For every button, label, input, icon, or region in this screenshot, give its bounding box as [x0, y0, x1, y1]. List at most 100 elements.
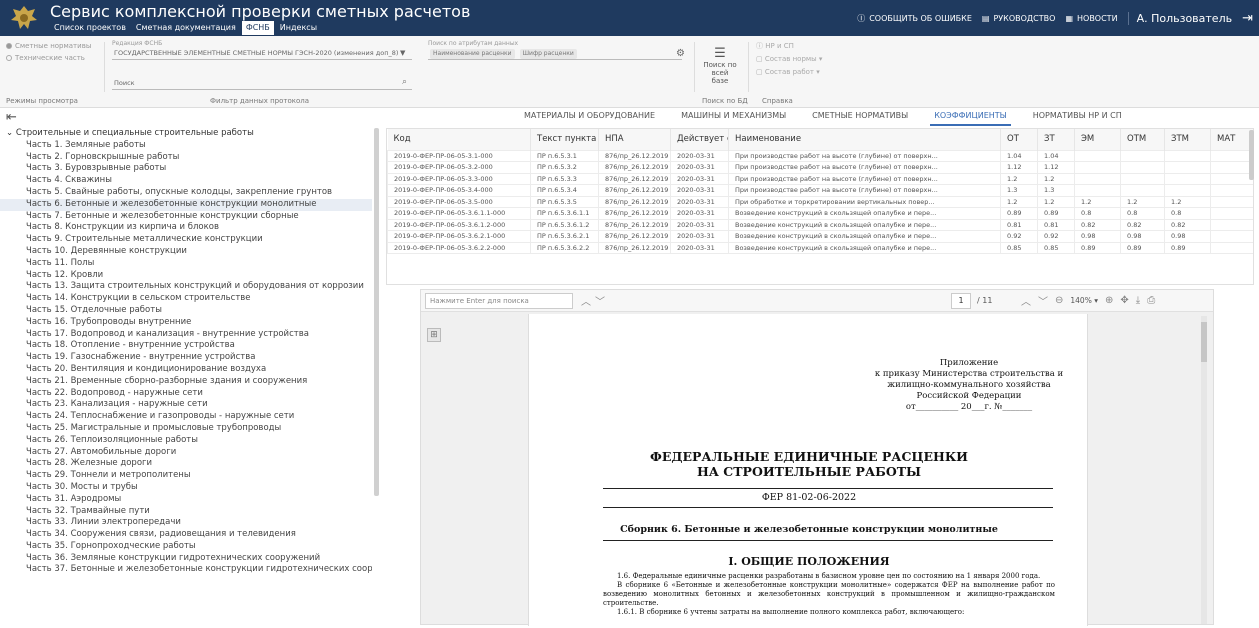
tree-item[interactable]: Часть 16. Трубопроводы внутренние [0, 317, 372, 329]
download-icon[interactable]: ⤓ [1136, 295, 1140, 306]
tree-item[interactable]: Часть 31. Аэродромы [0, 494, 372, 506]
tree-item[interactable]: Часть 18. Отопление - внутренние устройс… [0, 340, 372, 352]
table-row[interactable]: 2019-0-ФЕР-ПР-06-05-3.4-000 ПР п.6.5.3.4 8… [387, 184, 1253, 197]
chevron-down-icon[interactable]: ﹀ [595, 297, 609, 308]
chevron-down-icon[interactable]: ▼ [400, 49, 405, 57]
column-header[interactable]: НПА [598, 129, 671, 150]
tree-item[interactable]: Часть 34. Сооружения связи, радиовещания… [0, 529, 372, 541]
tree-item[interactable]: Часть 10. Деревянные конструкции [0, 246, 372, 258]
tree-item[interactable]: Часть 20. Вентиляция и кондиционирование… [0, 364, 372, 376]
table-row[interactable]: 2019-0-ФЕР-ПР-06-05-3.5-000 ПР п.6.5.3.5 8… [387, 195, 1253, 208]
table-scrollbar[interactable] [1249, 130, 1254, 180]
tree-item[interactable]: Часть 28. Железные дороги [0, 458, 372, 470]
page-up-icon[interactable]: ︿ [1021, 293, 1031, 308]
column-header[interactable]: ЗТМ [1164, 129, 1211, 150]
tab-materials[interactable]: МАТЕРИАЛЫ И ОБОРУДОВАНИЕ [520, 108, 659, 126]
user-name[interactable]: А. Пользователь [1127, 11, 1232, 25]
news-link[interactable]: ▦ Новости [1065, 14, 1117, 23]
help-item-norm-composition[interactable]: ▢ Состав нормы ▾ [756, 53, 822, 66]
tree-item[interactable]: Часть 26. Теплоизоляционные работы [0, 435, 372, 447]
tree-item[interactable]: Часть 19. Газоснабжение - внутренние уст… [0, 352, 372, 364]
zoom-out-icon[interactable]: ⊖ [1055, 295, 1063, 306]
tree-item[interactable]: Часть 13. Защита строительных конструкци… [0, 281, 372, 293]
column-header[interactable]: Текст пункта [530, 129, 599, 150]
tree-item[interactable]: Часть 1. Земляные работы [0, 140, 372, 152]
tree-item[interactable]: Часть 36. Земляные конструкции гидротехн… [0, 553, 372, 565]
page-down-icon[interactable]: ﹀ [1038, 293, 1048, 308]
tree-item[interactable]: Часть 12. Кровли [0, 270, 372, 282]
tree-item[interactable]: Часть 4. Скважины [0, 175, 372, 187]
tree-item[interactable]: Часть 33. Линии электропередачи [0, 517, 372, 529]
tree-item[interactable]: Часть 22. Водопровод - наружные сети [0, 388, 372, 400]
tree-item[interactable]: Часть 24. Теплоснабжение и газопроводы -… [0, 411, 372, 423]
tab-nr-sp-norms[interactable]: НОРМАТИВЫ НР И СП [1029, 108, 1126, 126]
viewer-scrollbar-thumb[interactable] [1201, 322, 1207, 362]
radio-technical-part[interactable]: Технические часть [6, 54, 85, 62]
column-header[interactable]: ЗТ [1037, 129, 1075, 150]
tree-item[interactable]: Часть 35. Горнопроходческие работы [0, 541, 372, 553]
nav-tab-indexes[interactable]: Индексы [276, 21, 321, 35]
tree-item[interactable]: Часть 7. Бетонные и железобетонные конст… [0, 211, 372, 223]
column-header[interactable]: МАТ [1210, 129, 1253, 150]
tab-estimate-norms[interactable]: СМЕТНЫЕ НОРМАТИВЫ [808, 108, 912, 126]
tree-item[interactable]: Часть 6. Бетонные и железобетонные конст… [0, 198, 372, 211]
zoom-select[interactable]: 140% ▾ [1070, 296, 1098, 305]
logout-icon[interactable]: ⇥ [1242, 11, 1253, 26]
chevron-up-icon[interactable]: ︿ [581, 297, 595, 308]
chip-rate-code[interactable]: Шифр расценки [519, 49, 577, 59]
search-icon[interactable]: ⌕ [402, 77, 407, 87]
tree-item[interactable]: Часть 9. Строительные металлические конс… [0, 234, 372, 246]
table-row[interactable]: 2019-0-ФЕР-ПР-06-05-3.6.1.2-000 ПР п.6.5.… [387, 218, 1253, 231]
tree-item[interactable]: Часть 32. Трамвайные пути [0, 506, 372, 518]
table-row[interactable]: 2019-0-ФЕР-ПР-06-05-3.6.2.2-000 ПР п.6.5.… [387, 241, 1253, 254]
guide-link[interactable]: ▤ Руководство [982, 14, 1056, 23]
print-icon[interactable]: ⎙ [1147, 295, 1155, 306]
help-item-nr-sp[interactable]: ⓘ НР и СП [756, 40, 822, 53]
tab-machines[interactable]: МАШИНЫ И МЕХАНИЗМЫ [677, 108, 790, 126]
table-row[interactable]: 2019-0-ФЕР-ПР-06-05-3.3-000 ПР п.6.5.3.3 8… [387, 172, 1253, 185]
page-number-input[interactable]: 1 [951, 293, 971, 309]
column-header[interactable]: ОТ [1000, 129, 1038, 150]
tree-item[interactable]: Часть 3. Буровзрывные работы [0, 163, 372, 175]
nav-tab-fsnb[interactable]: ФСНБ [241, 21, 274, 35]
column-header[interactable]: Наименование [728, 129, 1001, 150]
sidebar-scrollbar[interactable] [374, 128, 379, 496]
tree-item[interactable]: Часть 23. Канализация - наружные сети [0, 399, 372, 411]
db-search-button[interactable]: ☰ Поиск по всей базе [700, 46, 740, 85]
tree-item[interactable]: Часть 5. Свайные работы, опускные колодц… [0, 187, 372, 199]
viewer-search-input[interactable]: Нажмите Enter для поиска [425, 293, 573, 309]
report-error-link[interactable]: ⓘ Сообщить об ошибке [857, 13, 972, 24]
collapse-panel-icon[interactable]: ⇤ [6, 110, 17, 125]
nav-tab-estimate-docs[interactable]: Сметная документация [132, 21, 240, 35]
tree-item[interactable]: Часть 11. Полы [0, 258, 372, 270]
tab-coefficients[interactable]: КОЭФФИЦИЕНТЫ [930, 108, 1011, 126]
protocol-search-field[interactable]: Наименование расценки Шифр расценки [428, 47, 682, 60]
column-header[interactable]: ЭМ [1074, 129, 1121, 150]
column-header[interactable]: ОТМ [1120, 129, 1165, 150]
column-header[interactable]: Код [387, 129, 531, 150]
chip-rate-name[interactable]: Наименование расценки [430, 49, 515, 59]
tree-item[interactable]: Часть 21. Временные сборно-разборные зда… [0, 376, 372, 388]
nav-tab-projects[interactable]: Список проектов [50, 21, 130, 35]
tree-item[interactable]: Часть 15. Отделочные работы [0, 305, 372, 317]
tree-root[interactable]: ⌄ Строительные и специальные строительны… [0, 128, 372, 140]
radio-estimate-norms[interactable]: Сметные нормативы [6, 42, 91, 50]
viewer-scrollbar[interactable] [1201, 316, 1207, 624]
thumbnails-icon[interactable]: ⊞ [427, 328, 441, 342]
tree-item[interactable]: Часть 30. Мосты и трубы [0, 482, 372, 494]
tree-item[interactable]: Часть 14. Конструкции в сельском строите… [0, 293, 372, 305]
search-input[interactable]: Поиск [112, 77, 412, 90]
zoom-in-icon[interactable]: ⊕ [1105, 295, 1113, 306]
tree-item[interactable]: Часть 37. Бетонные и железобетонные конс… [0, 564, 372, 576]
table-row[interactable]: 2019-0-ФЕР-ПР-06-05-3.1-000 ПР п.6.5.3.1 8… [387, 149, 1253, 162]
table-row[interactable]: 2019-0-ФЕР-ПР-06-05-3.2-000 ПР п.6.5.3.2 8… [387, 161, 1253, 174]
gear-icon[interactable]: ⚙ [676, 48, 685, 59]
table-row[interactable]: 2019-0-ФЕР-ПР-06-05-3.6.1.1-000 ПР п.6.5.… [387, 207, 1253, 220]
tree-item[interactable]: Часть 17. Водопровод и канализация - вну… [0, 329, 372, 341]
help-item-work-composition[interactable]: ▢ Состав работ ▾ [756, 66, 822, 79]
tree-item[interactable]: Часть 25. Магистральные и промысловые тр… [0, 423, 372, 435]
tree-item[interactable]: Часть 29. Тоннели и метрополитены [0, 470, 372, 482]
tree-item[interactable]: Часть 8. Конструкции из кирпича и блоков [0, 222, 372, 234]
move-icon[interactable]: ✥ [1120, 295, 1128, 306]
table-row[interactable]: 2019-0-ФЕР-ПР-06-05-3.6.2.1-000 ПР п.6.5.… [387, 230, 1253, 243]
